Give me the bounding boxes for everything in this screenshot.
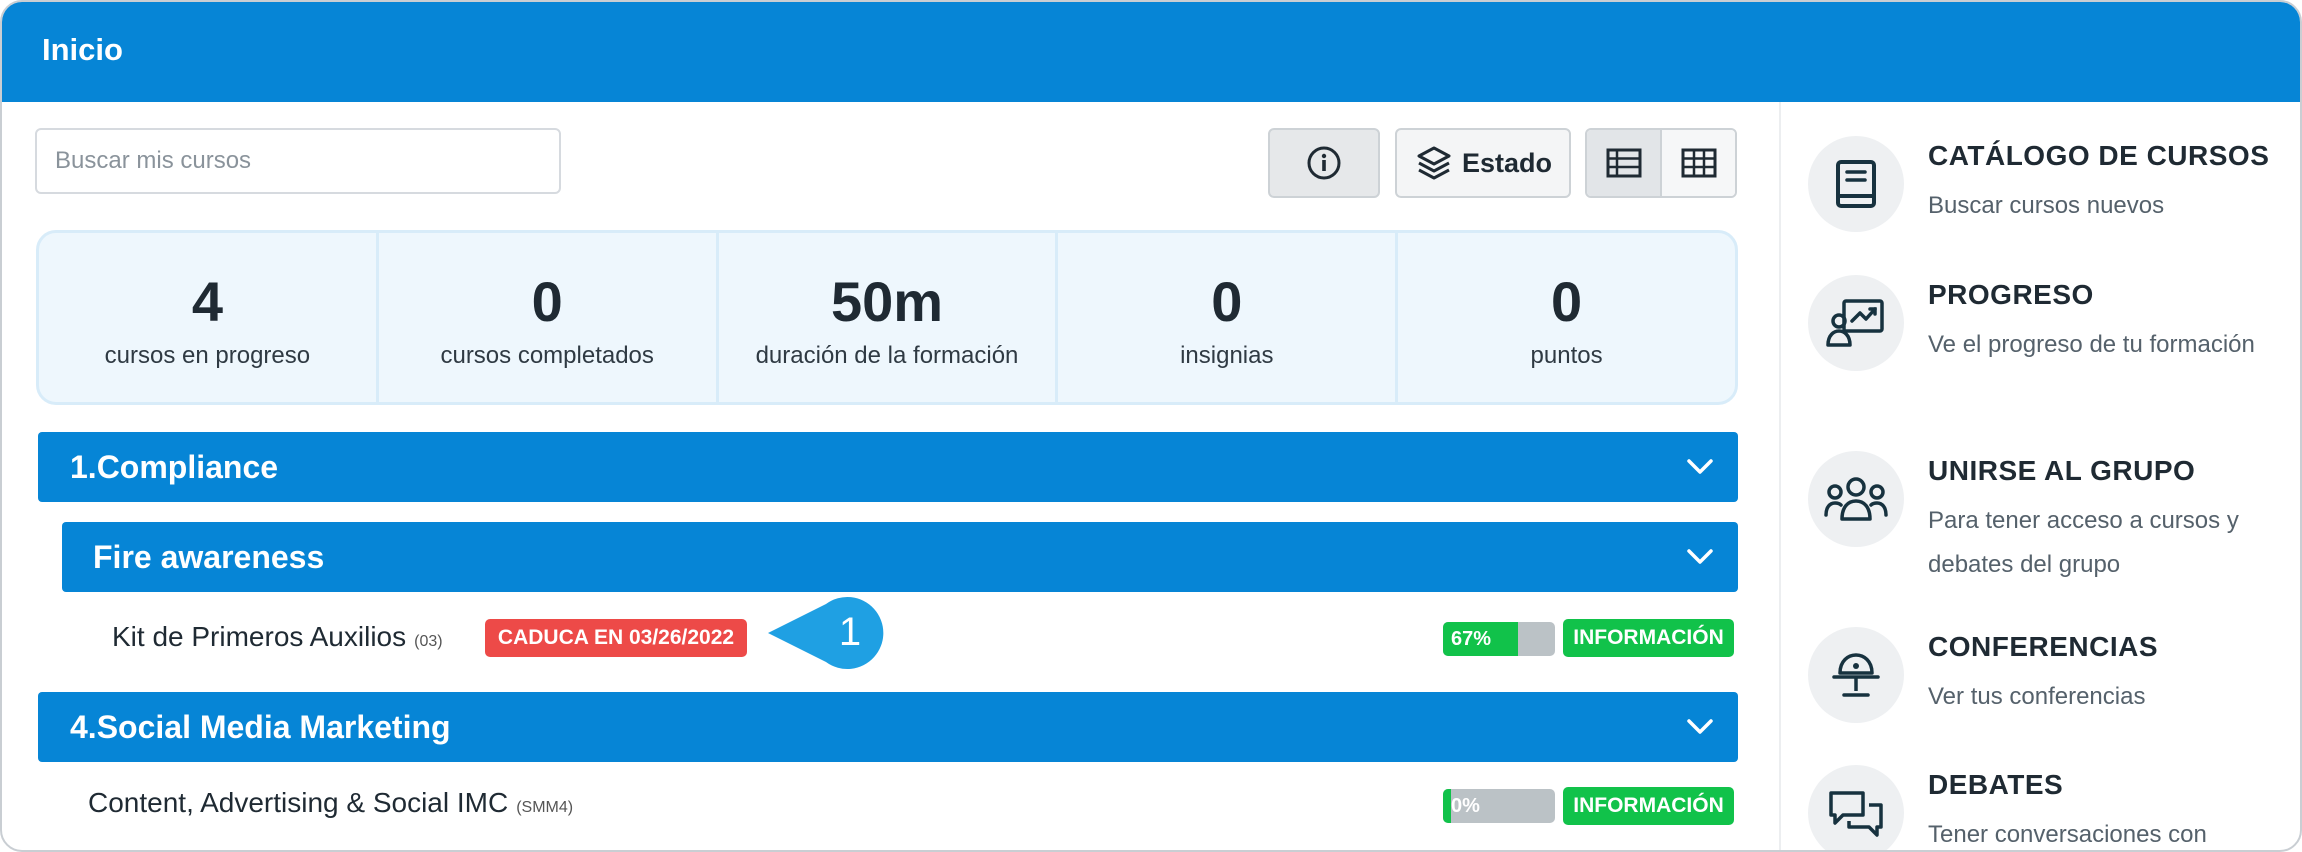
stat-label: cursos en progreso: [104, 341, 311, 369]
group-icon: [1824, 477, 1888, 521]
info-course-button[interactable]: INFORMACIÓN: [1563, 787, 1734, 825]
progress-label: 0%: [1451, 794, 1480, 817]
estado-label: Estado: [1461, 147, 1553, 178]
progress-label: 67%: [1451, 627, 1492, 650]
expiry-badge: CADUCA EN 03/26/2022: [485, 619, 747, 657]
sidebar-divider: [1779, 102, 1781, 850]
stat-label: duración de la formación: [755, 341, 1019, 369]
conference-icon: [1832, 653, 1880, 697]
stat-value: 0: [1551, 269, 1583, 333]
list-view-icon: [1606, 148, 1641, 178]
progress-fill: [1443, 789, 1451, 823]
discussion-icon: [1829, 791, 1883, 837]
callout-number: 1: [838, 609, 862, 654]
book-icon: [1836, 160, 1876, 208]
grid-view-icon: [1681, 148, 1716, 178]
group-header-social-media[interactable]: 4.Social Media Marketing: [38, 692, 1738, 762]
grid-view-button[interactable]: [1662, 130, 1735, 196]
stats-panel: 4 cursos en progreso 0 cursos completado…: [36, 230, 1738, 405]
chevron-down-icon: [1687, 549, 1713, 564]
stat-label: insignias: [1180, 341, 1274, 369]
sidebar-item-title: PROGRESO: [1928, 279, 2094, 310]
stat-value: 4: [191, 269, 223, 333]
header-bar: Inicio: [2, 2, 2300, 102]
course-name[interactable]: Kit de Primeros Auxilios: [112, 621, 406, 653]
course-name[interactable]: Content, Advertising & Social IMC: [88, 787, 508, 819]
layers-icon: [1417, 146, 1451, 180]
sidebar-icon-circle: [1808, 136, 1904, 232]
group-header-compliance[interactable]: 1.Compliance: [38, 432, 1738, 502]
chevron-down-icon: [1687, 459, 1713, 474]
sidebar-item-title: UNIRSE AL GRUPO: [1928, 455, 2196, 486]
list-view-button[interactable]: [1587, 130, 1662, 196]
sidebar-item-desc: Buscar cursos nuevos: [1928, 192, 2165, 219]
group-title: 1.Compliance: [70, 448, 279, 485]
sidebar-item-title: DEBATES: [1928, 769, 2064, 800]
info-button[interactable]: [1268, 128, 1380, 198]
course-row[interactable]: Kit de Primeros Auxilios (03): [112, 621, 443, 653]
progress-bar: 67%: [1443, 622, 1555, 656]
sidebar-icon-circle: [1808, 765, 1904, 850]
app-frame: Inicio Estado: [0, 0, 2302, 852]
stat-in-progress: 4 cursos en progreso: [39, 233, 379, 402]
sidebar-item-desc: Tener conversaciones con: [1928, 821, 2207, 848]
info-icon: [1307, 146, 1341, 180]
progress-bar: 0%: [1443, 789, 1555, 823]
stat-badges: 0 insignias: [1058, 233, 1399, 402]
stat-value: 50m: [830, 269, 944, 333]
page-title: Inicio: [42, 32, 123, 67]
stat-completed: 0 cursos completados: [379, 233, 719, 402]
group-title: 4.Social Media Marketing: [70, 708, 451, 745]
view-toggle: [1585, 128, 1737, 198]
stat-duration: 50m duración de la formación: [719, 233, 1059, 402]
course-row[interactable]: Content, Advertising & Social IMC (SMM4): [88, 787, 573, 819]
progress-chart-icon: [1826, 299, 1884, 347]
subgroup-header-fire-awareness[interactable]: Fire awareness: [62, 522, 1738, 592]
subgroup-title: Fire awareness: [93, 538, 325, 575]
course-code: (SMM4): [516, 799, 574, 816]
sidebar-icon-circle: [1808, 451, 1904, 547]
course-code: (03): [414, 633, 443, 650]
sidebar-item-desc: Para tener acceso a cursos y debates del…: [1928, 507, 2239, 578]
search-input[interactable]: [35, 128, 561, 194]
stat-label: cursos completados: [440, 341, 654, 369]
chevron-down-icon: [1687, 719, 1713, 734]
sidebar-icon-circle: [1808, 275, 1904, 371]
sidebar-item-title: CONFERENCIAS: [1928, 631, 2159, 662]
sidebar-item-title: CATÁLOGO DE CURSOS: [1928, 140, 2270, 171]
stat-points: 0 puntos: [1398, 233, 1735, 402]
estado-button[interactable]: Estado: [1395, 128, 1571, 198]
stat-label: puntos: [1530, 341, 1603, 369]
stat-value: 0: [1211, 269, 1243, 333]
info-course-button[interactable]: INFORMACIÓN: [1563, 619, 1734, 657]
sidebar-item-desc: Ve el progreso de tu formación: [1928, 331, 2255, 358]
stat-value: 0: [531, 269, 563, 333]
sidebar-icon-circle: [1808, 627, 1904, 723]
sidebar-item-desc: Ver tus conferencias: [1928, 683, 2146, 710]
